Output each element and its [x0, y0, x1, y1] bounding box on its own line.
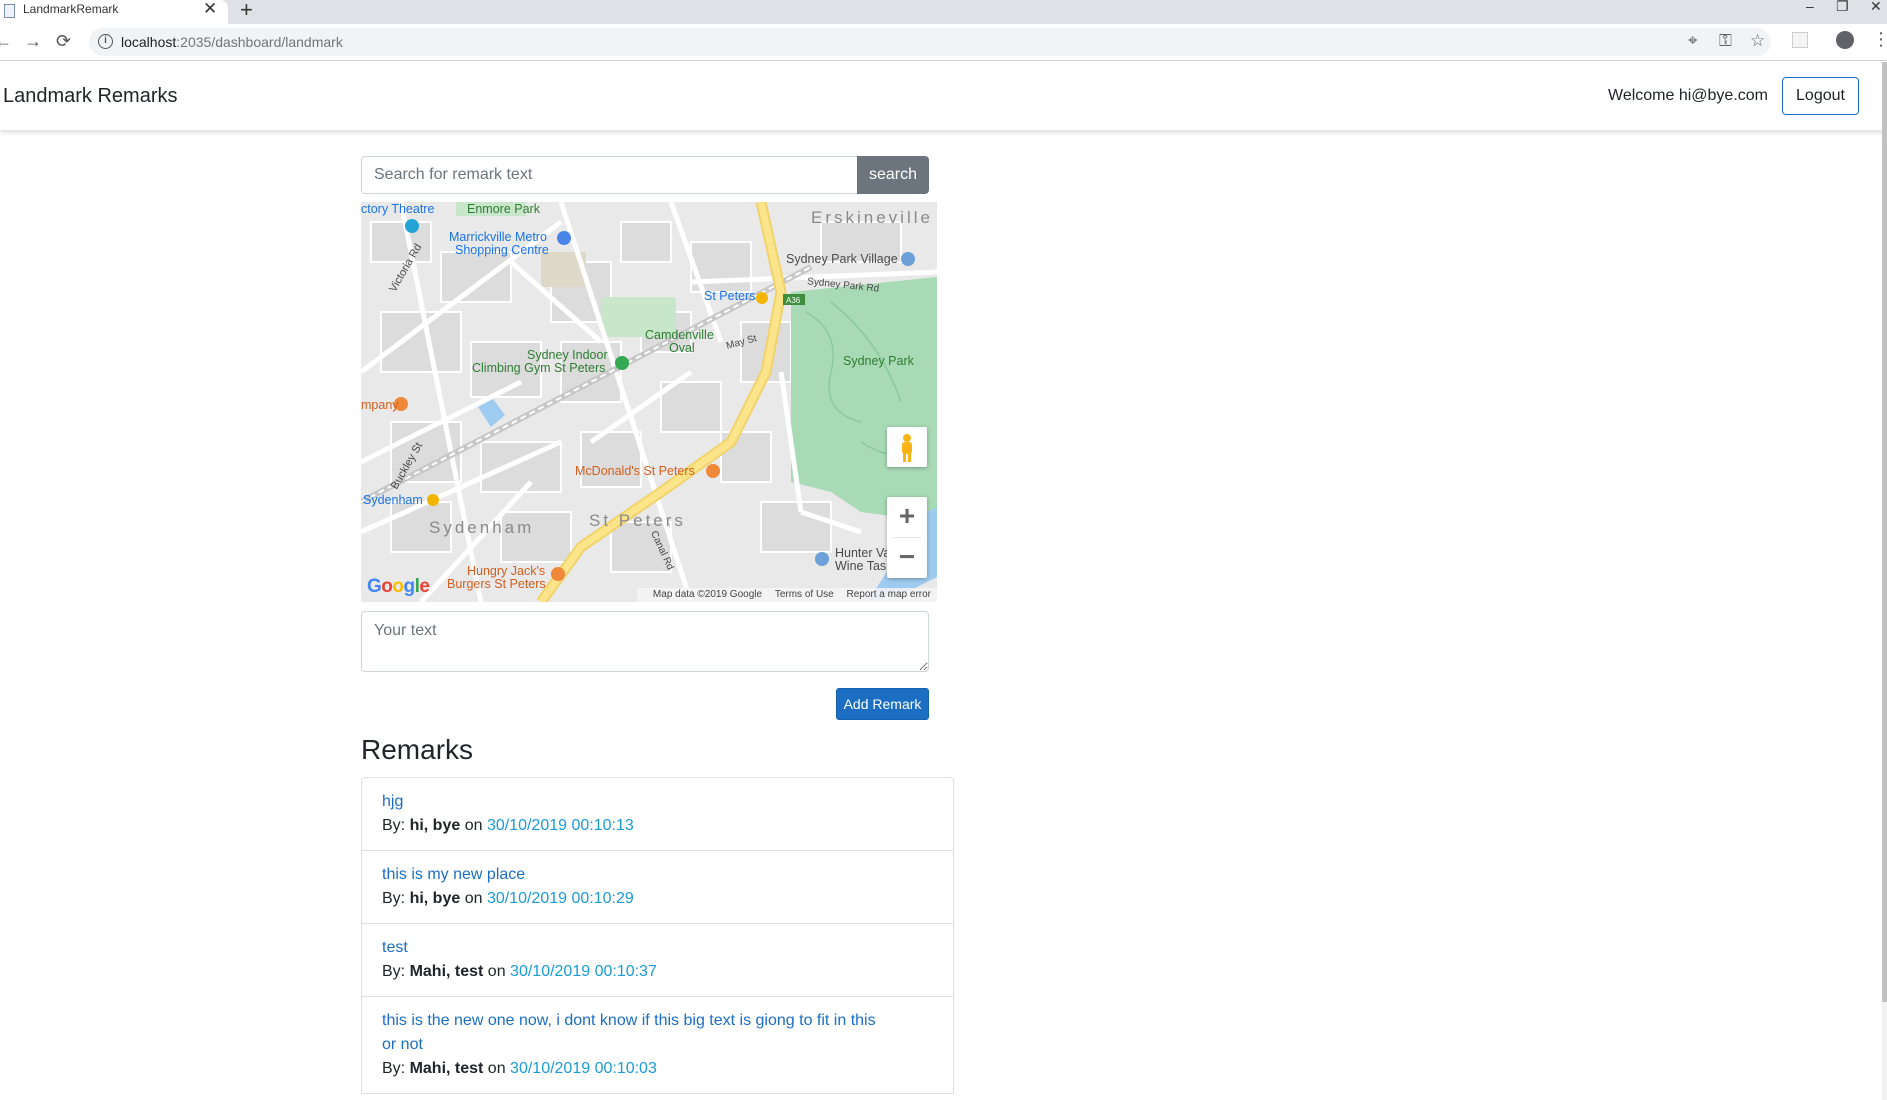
- key-icon[interactable]: ⚿: [1719, 31, 1732, 51]
- remarks-list: hjg By: hi, bye on 30/10/2019 00:10:13 t…: [361, 777, 954, 1094]
- map-label: Burgers St Peters: [447, 577, 546, 591]
- page-favicon-icon: [4, 4, 15, 18]
- google-logo: Google: [367, 576, 430, 597]
- scrollbar-thumb[interactable]: [1882, 62, 1887, 1002]
- map-label: Shopping Centre: [455, 243, 549, 257]
- map-label: Marrickville Metro: [449, 230, 547, 244]
- terms-link[interactable]: Terms of Use: [775, 589, 834, 600]
- browser-tabstrip: LandmarkRemark ✕ + – ❐ ✕: [0, 0, 1887, 24]
- search-button[interactable]: search: [857, 156, 929, 194]
- remark-text[interactable]: this is the new one now, i dont know if …: [382, 1009, 882, 1057]
- tab-close-icon[interactable]: ✕: [203, 0, 217, 19]
- map-label: Sydney Indoor: [527, 348, 608, 362]
- map-label: St Peters: [589, 511, 686, 530]
- remark-date: 30/10/2019 00:10:03: [510, 1060, 657, 1077]
- map[interactable]: A36 ctory Theatre Enmore Park Marrickvil…: [361, 202, 937, 602]
- map-label: mpany: [361, 398, 399, 412]
- map-label: St Peters: [704, 289, 756, 303]
- map-label: Oval: [669, 341, 695, 355]
- list-item: test By: Mahi, test on 30/10/2019 00:10:…: [361, 923, 954, 997]
- remark-author: hi, bye: [409, 817, 461, 834]
- browser-toolbar: ← → ⟳ i localhost:2035/dashboard/landmar…: [0, 24, 1887, 61]
- remark-author: Mahi, test: [409, 1060, 484, 1077]
- map-label: McDonald's St Peters: [575, 464, 695, 478]
- map-label: Sydney Park: [843, 354, 914, 368]
- map-label: Sydenham: [429, 518, 535, 537]
- browser-tab[interactable]: LandmarkRemark ✕: [0, 0, 228, 24]
- site-info-icon[interactable]: i: [98, 34, 113, 49]
- street-view-pegman[interactable]: [887, 427, 927, 467]
- page-scrollbar[interactable]: [1882, 62, 1887, 1100]
- browser-menu-icon[interactable]: ⋮: [1872, 29, 1887, 50]
- remark-meta: By: Mahi, test on 30/10/2019 00:10:03: [382, 1060, 657, 1077]
- window-close-icon[interactable]: ✕: [1870, 0, 1882, 15]
- map-label: ctory Theatre: [361, 202, 435, 216]
- zoom-control: + −: [887, 497, 927, 578]
- remark-meta: By: hi, bye on 30/10/2019 00:10:13: [382, 817, 634, 834]
- reload-icon[interactable]: ⟳: [56, 31, 71, 52]
- logout-button[interactable]: Logout: [1782, 77, 1859, 115]
- remark-text[interactable]: this is my new place: [382, 863, 882, 887]
- zoom-out-button[interactable]: −: [887, 538, 927, 578]
- address-bar[interactable]: i localhost:2035/dashboard/landmark ⌖ ⚿ …: [89, 28, 1771, 56]
- map-label: Sydney Park Village: [786, 252, 898, 266]
- remark-date: 30/10/2019 00:10:37: [510, 963, 657, 980]
- map-data-text: Map data ©2019 Google: [652, 589, 763, 600]
- map-label: Sydenham: [363, 493, 423, 507]
- remark-text[interactable]: test: [382, 936, 882, 960]
- map-label: Enmore Park: [467, 202, 540, 216]
- remark-meta: By: Mahi, test on 30/10/2019 00:10:37: [382, 963, 657, 980]
- map-label: Climbing Gym St Peters: [472, 361, 606, 375]
- remark-author: Mahi, test: [409, 963, 484, 980]
- remark-text[interactable]: hjg: [382, 790, 882, 814]
- bookmark-star-icon[interactable]: ☆: [1750, 31, 1765, 51]
- remark-author: hi, bye: [409, 890, 461, 907]
- map-label: Erskineville: [811, 208, 933, 227]
- search-input[interactable]: [361, 156, 858, 194]
- zoom-in-button[interactable]: +: [887, 497, 927, 537]
- search-group: search: [361, 156, 929, 194]
- welcome-text: Welcome hi@bye.com: [1608, 87, 1768, 104]
- report-map-error-link[interactable]: Report a map error: [847, 589, 931, 600]
- remark-date: 30/10/2019 00:10:29: [486, 890, 634, 907]
- pegman-icon: [902, 434, 912, 462]
- map-footer: Map data ©2019 Google Terms of Use Repor…: [636, 588, 937, 602]
- back-icon[interactable]: ←: [0, 31, 12, 52]
- tab-title: LandmarkRemark: [23, 2, 119, 16]
- profile-avatar-icon[interactable]: [1836, 31, 1854, 49]
- remark-textarea[interactable]: [361, 611, 929, 672]
- restore-icon[interactable]: ❐: [1836, 0, 1849, 15]
- location-icon[interactable]: ⌖: [1688, 31, 1698, 51]
- extension-icon[interactable]: [1792, 32, 1808, 48]
- map-label: Camdenville: [645, 328, 714, 342]
- list-item: this is the new one now, i dont know if …: [361, 996, 954, 1094]
- new-tab-button[interactable]: +: [240, 0, 253, 23]
- minimize-icon[interactable]: –: [1806, 0, 1814, 14]
- address-url: localhost:2035/dashboard/landmark: [121, 34, 343, 50]
- app-navbar: Landmark Remarks Welcome hi@bye.com Logo…: [0, 61, 1887, 131]
- brand-title[interactable]: Landmark Remarks: [3, 85, 178, 108]
- add-remark-button[interactable]: Add Remark: [836, 688, 929, 720]
- map-label: Wine Tas: [835, 559, 887, 573]
- map-label: Hungry Jack's: [467, 564, 546, 578]
- forward-icon[interactable]: →: [24, 31, 42, 52]
- remark-meta: By: hi, bye on 30/10/2019 00:10:29: [382, 890, 634, 907]
- remarks-heading: Remarks: [361, 734, 474, 765]
- map-label: Hunter Va: [835, 546, 891, 560]
- svg-text:A36: A36: [786, 296, 801, 305]
- remark-date: 30/10/2019 00:10:13: [486, 817, 634, 834]
- list-item: this is my new place By: hi, bye on 30/1…: [361, 850, 954, 924]
- list-item: hjg By: hi, bye on 30/10/2019 00:10:13: [361, 777, 954, 851]
